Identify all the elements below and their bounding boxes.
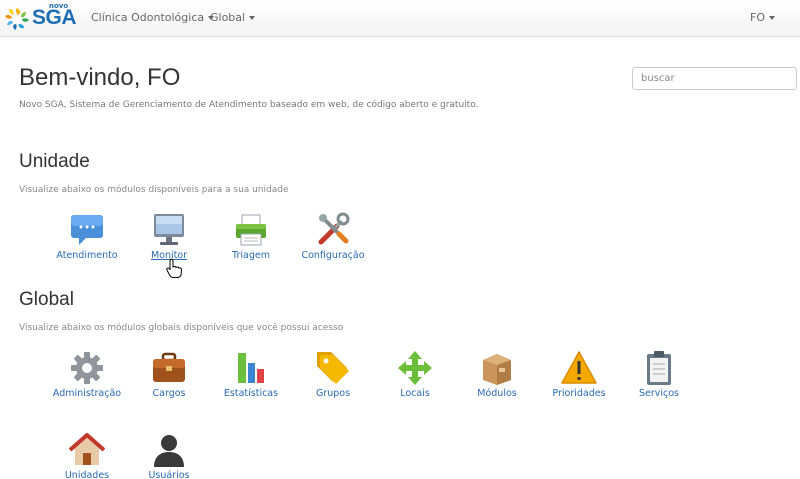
hand-pointer-cursor-icon: [166, 258, 182, 278]
unidade-section-title: Unidade: [19, 151, 90, 172]
top-navbar: novo SGA Clínica Odontológica Global FO: [0, 0, 800, 37]
user-icon: [154, 435, 184, 467]
module-label: Prioridades: [552, 388, 606, 399]
tags-icon: [317, 352, 349, 384]
module-usuarios[interactable]: Usuários: [124, 432, 214, 479]
unit-menu-dropdown[interactable]: Clínica Odontológica: [91, 11, 215, 24]
module-servicos[interactable]: Serviços: [614, 350, 704, 399]
module-modulos[interactable]: Módulos: [452, 350, 542, 399]
module-unidades[interactable]: Unidades: [42, 432, 132, 479]
module-label: Grupos: [315, 388, 351, 399]
brand-logo[interactable]: novo SGA: [4, 2, 77, 33]
move-arrows-icon: [398, 351, 432, 385]
brand-name: SGA: [32, 6, 77, 29]
module-estatisticas[interactable]: Estatísticas: [206, 350, 296, 399]
briefcase-icon: [153, 352, 185, 382]
clipboard-icon: [647, 351, 671, 385]
module-label: Usuários: [148, 470, 190, 479]
module-label: Locais: [400, 388, 430, 399]
module-locais[interactable]: Locais: [370, 350, 460, 399]
gear-icon: [71, 352, 103, 384]
module-label: Unidades: [64, 470, 110, 479]
module-triagem[interactable]: Triagem: [206, 212, 296, 261]
module-atendimento[interactable]: Atendimento: [42, 212, 132, 261]
caret-down-icon: [249, 16, 256, 20]
module-label: Administração: [52, 388, 122, 399]
module-monitor[interactable]: Monitor: [124, 212, 214, 261]
module-label: Módulos: [477, 388, 517, 399]
module-cargos[interactable]: Cargos: [124, 350, 214, 399]
module-configuracao[interactable]: Configuração: [288, 212, 378, 261]
global-section-title: Global: [19, 289, 74, 310]
package-icon: [483, 354, 511, 385]
global-section-description: Visualize abaixo os módulos globais disp…: [19, 323, 344, 333]
module-administracao[interactable]: Administração: [42, 350, 132, 399]
unit-menu-label: Clínica Odontológica: [91, 11, 205, 24]
module-label: Cargos: [152, 388, 186, 399]
page-title: Bem-vindo, FO: [19, 64, 181, 91]
page-subtitle: Novo SGA, Sistema de Gerenciamento de At…: [19, 100, 479, 110]
module-label: Estatísticas: [223, 388, 279, 399]
search-input[interactable]: [632, 67, 797, 90]
module-label: Serviços: [638, 388, 680, 399]
chat-bubble-icon: [71, 215, 103, 245]
monitor-icon: [154, 214, 184, 245]
global-menu-label: Global: [210, 11, 246, 24]
house-icon: [69, 433, 105, 465]
module-label: Atendimento: [56, 250, 118, 261]
unidade-section-description: Visualize abaixo os módulos disponíveis …: [19, 185, 289, 195]
module-label: Configuração: [301, 250, 365, 261]
printer-icon: [236, 214, 266, 246]
user-menu-label: FO: [750, 11, 765, 24]
bar-chart-icon: [238, 353, 264, 383]
tools-icon: [318, 212, 350, 245]
caret-down-icon: [769, 16, 775, 20]
user-menu-dropdown[interactable]: FO: [750, 11, 775, 24]
warning-icon: [561, 351, 597, 384]
module-prioridades[interactable]: Prioridades: [534, 350, 624, 399]
module-grupos[interactable]: Grupos: [288, 350, 378, 399]
sga-logo-icon: [5, 8, 29, 30]
module-label: Triagem: [232, 250, 270, 261]
global-menu-dropdown[interactable]: Global: [210, 11, 256, 24]
